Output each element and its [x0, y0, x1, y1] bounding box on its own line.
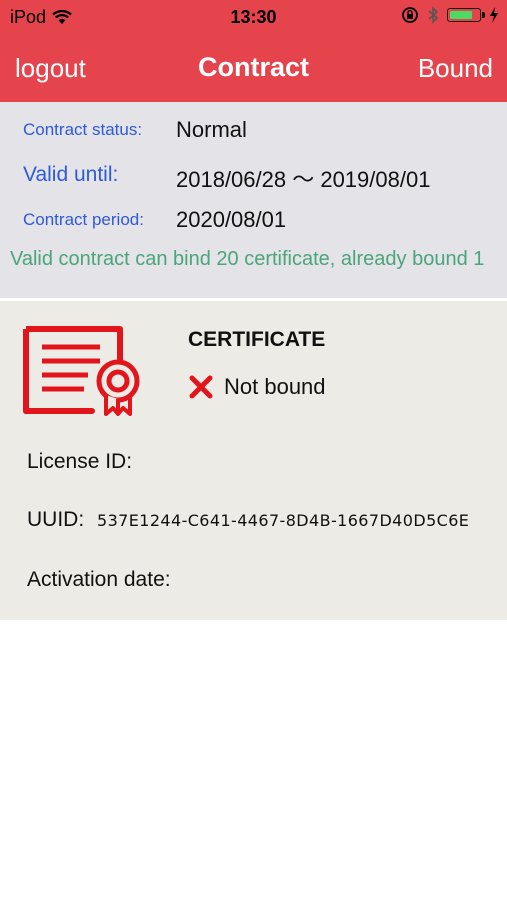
contract-status-label: Contract status:: [23, 120, 143, 139]
bound-button[interactable]: Bound: [418, 53, 493, 84]
navigation-bar: logout Contract Bound: [0, 34, 507, 102]
uuid-value: 537E1244-C641-4467-8D4B-1667D40D5C6E: [97, 511, 470, 530]
bound-status-text: Not bound: [224, 374, 326, 399]
certificate-icon: [23, 326, 140, 416]
uuid-label: UUID:: [27, 508, 85, 531]
contract-status-value: Normal: [176, 117, 247, 142]
contract-period-label: Contract period:: [23, 210, 144, 229]
orientation-lock-icon: [402, 7, 418, 23]
activation-date-label: Activation date:: [27, 568, 171, 591]
status-bar: iPod 13:30: [0, 0, 507, 34]
certificate-title: CERTIFICATE: [188, 328, 326, 351]
battery-icon: [447, 8, 485, 22]
certificate-panel: CERTIFICATE Not bound License ID: UUID: …: [0, 301, 507, 620]
bound-status: Not bound: [188, 374, 326, 400]
contract-info-section: Contract status: Normal Valid until: 201…: [0, 102, 507, 298]
valid-until-value: 2018/06/28 ～ 2019/08/01: [176, 167, 431, 192]
not-bound-x-icon: [189, 375, 213, 399]
binding-notice: Valid contract can bind 20 certificate, …: [10, 248, 485, 270]
status-indicators: [401, 6, 499, 24]
charging-bolt-icon: [490, 7, 498, 23]
license-id-label: License ID:: [27, 450, 133, 473]
bluetooth-icon: [428, 6, 439, 24]
battery-fill: [450, 11, 472, 19]
valid-until-label: Valid until:: [23, 163, 119, 186]
contract-period-value: 2020/08/01: [176, 207, 287, 232]
